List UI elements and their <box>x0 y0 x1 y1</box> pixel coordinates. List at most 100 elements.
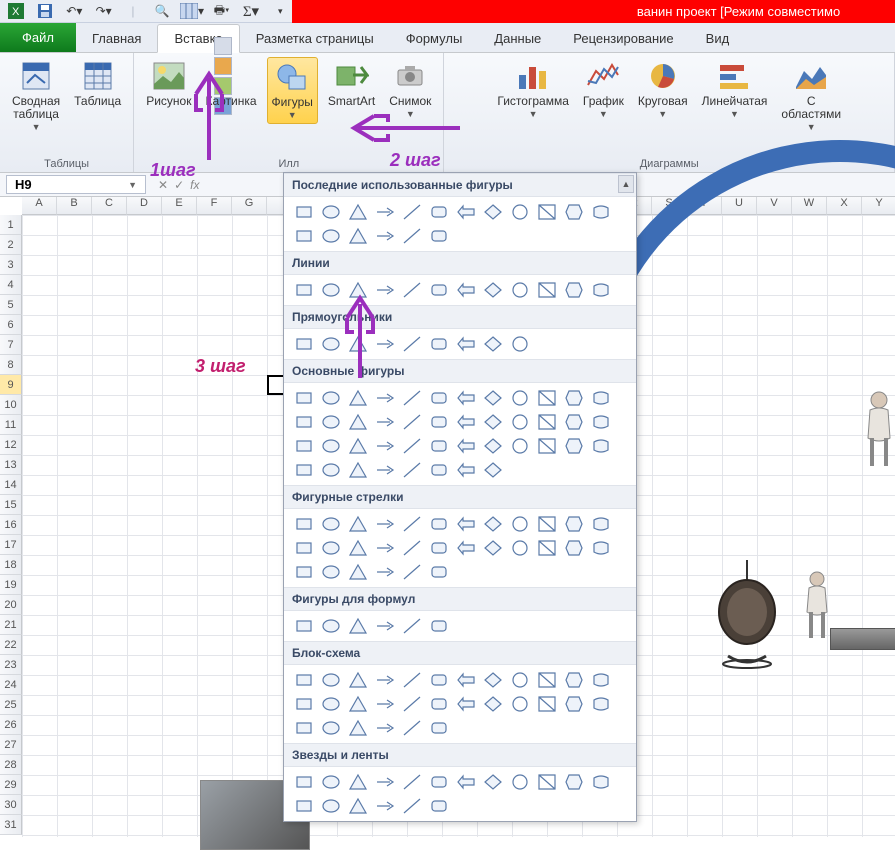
shape-item[interactable] <box>452 770 479 794</box>
shape-item[interactable] <box>587 200 614 224</box>
shape-item[interactable] <box>452 458 479 482</box>
shape-item[interactable] <box>371 410 398 434</box>
row-header[interactable]: 6 <box>0 315 22 335</box>
shape-item[interactable] <box>533 692 560 716</box>
row-header[interactable]: 26 <box>0 715 22 735</box>
shape-item[interactable] <box>398 200 425 224</box>
shape-item[interactable] <box>452 332 479 356</box>
shape-item[interactable] <box>317 200 344 224</box>
tab-layout[interactable]: Разметка страницы <box>240 25 390 52</box>
tab-formulas[interactable]: Формулы <box>390 25 479 52</box>
tab-view[interactable]: Вид <box>690 25 746 52</box>
bar-chart-button[interactable]: Линейчатая ▼ <box>698 57 772 122</box>
table-button[interactable]: Таблица <box>70 57 125 110</box>
shape-item[interactable] <box>425 668 452 692</box>
shape-item[interactable] <box>533 278 560 302</box>
row-header[interactable]: 24 <box>0 675 22 695</box>
shape-item[interactable] <box>344 614 371 638</box>
shape-item[interactable] <box>371 614 398 638</box>
shape-item[interactable] <box>425 200 452 224</box>
shape-item[interactable] <box>479 386 506 410</box>
shape-item[interactable] <box>344 434 371 458</box>
shape-item[interactable] <box>560 200 587 224</box>
shape-item[interactable] <box>587 434 614 458</box>
shape-item[interactable] <box>398 716 425 740</box>
shape-item[interactable] <box>317 410 344 434</box>
line-chart-button[interactable]: График ▼ <box>579 57 628 122</box>
shape-item[interactable] <box>587 770 614 794</box>
shape-item[interactable] <box>398 536 425 560</box>
shape-item[interactable] <box>344 224 371 248</box>
clipart-button[interactable]: Картинка <box>201 57 260 110</box>
shape-item[interactable] <box>317 692 344 716</box>
shape-item[interactable] <box>425 716 452 740</box>
shape-item[interactable] <box>506 512 533 536</box>
shape-item[interactable] <box>371 434 398 458</box>
shape-item[interactable] <box>587 410 614 434</box>
shape-item[interactable] <box>317 434 344 458</box>
shape-item[interactable] <box>398 692 425 716</box>
name-box-dropdown-icon[interactable]: ▼ <box>128 180 137 190</box>
row-header[interactable]: 10 <box>0 395 22 415</box>
row-header[interactable]: 12 <box>0 435 22 455</box>
row-header[interactable]: 3 <box>0 255 22 275</box>
column-header[interactable]: S <box>652 197 687 215</box>
shape-item[interactable] <box>344 332 371 356</box>
shape-item[interactable] <box>452 386 479 410</box>
column-header[interactable]: A <box>22 197 57 215</box>
name-box[interactable]: H9 ▼ <box>6 175 146 194</box>
shape-item[interactable] <box>371 386 398 410</box>
shape-item[interactable] <box>344 668 371 692</box>
shape-item[interactable] <box>452 278 479 302</box>
shape-item[interactable] <box>398 458 425 482</box>
pie-chart-button[interactable]: Круговая ▼ <box>634 57 692 122</box>
shape-item[interactable] <box>533 410 560 434</box>
shape-item[interactable] <box>479 458 506 482</box>
area-chart-button[interactable]: С областями ▼ <box>777 57 845 135</box>
shape-item[interactable] <box>371 224 398 248</box>
column-header[interactable]: E <box>162 197 197 215</box>
row-header[interactable]: 31 <box>0 815 22 835</box>
shape-item[interactable] <box>398 410 425 434</box>
shape-item[interactable] <box>533 434 560 458</box>
shape-item[interactable] <box>344 410 371 434</box>
cancel-icon[interactable]: ✕ <box>158 178 168 192</box>
shape-item[interactable] <box>290 200 317 224</box>
row-header[interactable]: 7 <box>0 335 22 355</box>
shape-item[interactable] <box>506 332 533 356</box>
column-header[interactable]: F <box>197 197 232 215</box>
shape-item[interactable] <box>344 458 371 482</box>
shape-item[interactable] <box>425 794 452 818</box>
tab-file[interactable]: Файл <box>0 23 76 52</box>
shape-item[interactable] <box>425 434 452 458</box>
row-header[interactable]: 23 <box>0 655 22 675</box>
shape-item[interactable] <box>344 512 371 536</box>
shape-item[interactable] <box>344 278 371 302</box>
column-header[interactable]: D <box>127 197 162 215</box>
shape-item[interactable] <box>506 434 533 458</box>
shape-item[interactable] <box>452 434 479 458</box>
tab-review[interactable]: Рецензирование <box>557 25 689 52</box>
row-header[interactable]: 11 <box>0 415 22 435</box>
shape-item[interactable] <box>587 692 614 716</box>
shapes-dropdown-panel[interactable]: ▲ Последние использованные фигурыЛинииПр… <box>283 172 637 822</box>
shape-item[interactable] <box>506 536 533 560</box>
shape-item[interactable] <box>587 278 614 302</box>
row-header[interactable]: 27 <box>0 735 22 755</box>
shape-item[interactable] <box>290 770 317 794</box>
shape-item[interactable] <box>371 560 398 584</box>
shape-item[interactable] <box>317 512 344 536</box>
shape-item[interactable] <box>371 692 398 716</box>
shape-item[interactable] <box>425 536 452 560</box>
column-header[interactable]: X <box>827 197 862 215</box>
shape-item[interactable] <box>317 536 344 560</box>
row-header[interactable]: 4 <box>0 275 22 295</box>
shape-item[interactable] <box>452 692 479 716</box>
shape-item[interactable] <box>398 560 425 584</box>
shapes-button[interactable]: Фигуры ▼ <box>267 57 318 124</box>
shape-item[interactable] <box>506 668 533 692</box>
shape-item[interactable] <box>425 560 452 584</box>
shape-item[interactable] <box>290 692 317 716</box>
shape-item[interactable] <box>425 386 452 410</box>
pivot-table-button[interactable]: Сводная таблица ▼ <box>8 57 64 135</box>
